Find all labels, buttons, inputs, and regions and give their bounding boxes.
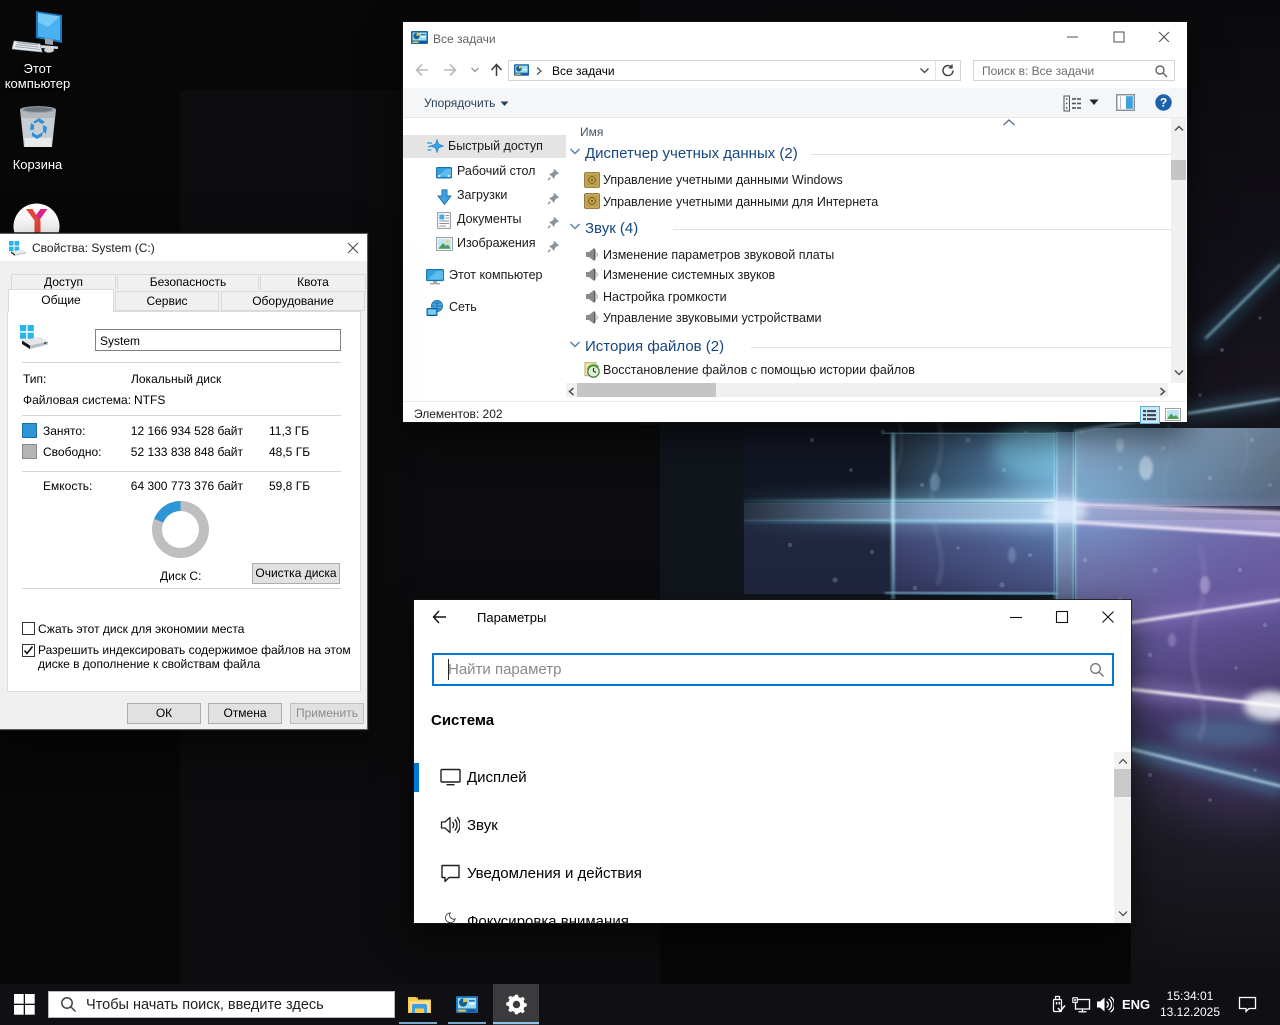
svg-text:?: ? bbox=[1160, 96, 1167, 110]
